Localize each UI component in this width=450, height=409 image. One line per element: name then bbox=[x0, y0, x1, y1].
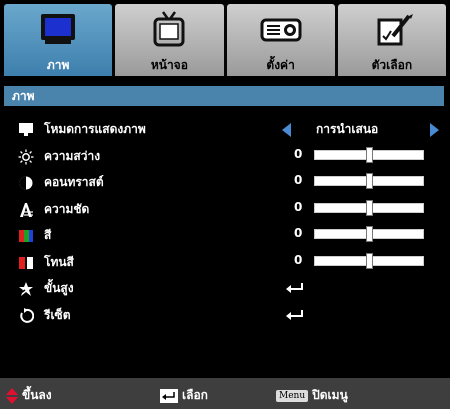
slider-knob[interactable] bbox=[366, 226, 373, 242]
brightness-value: 0 bbox=[294, 146, 303, 161]
tab-label: หน้าจอ bbox=[150, 58, 188, 72]
footer-navigate-label: ขึ้นลง bbox=[22, 388, 52, 402]
tab-options[interactable]: ตัวเลือก bbox=[337, 4, 446, 76]
settings-list: โหมดการแสดงภาพ การนำเสนอ ความสว่าง 0 คอน… bbox=[4, 116, 444, 328]
slider-knob[interactable] bbox=[366, 146, 373, 163]
footer-bar: ขึ้นลง เลือก Menu ปิดเมนู bbox=[0, 378, 450, 409]
options-icon bbox=[377, 14, 413, 46]
tab-bar: ภาพ หน้าจอ ตั้งค่า ตัวเลือก bbox=[4, 4, 446, 76]
contrast-slider[interactable] bbox=[314, 173, 424, 189]
display-mode-row[interactable]: โหมดการแสดงภาพ การนำเสนอ bbox=[4, 116, 444, 143]
tint-value: 0 bbox=[294, 252, 303, 267]
footer-close-label: ปิดเมนู bbox=[312, 388, 348, 402]
reset-row[interactable]: รีเซ็ต bbox=[4, 302, 444, 329]
monitor-icon bbox=[41, 14, 76, 44]
enter-icon bbox=[286, 283, 303, 293]
projector-icon bbox=[260, 18, 302, 42]
reset-label: รีเซ็ต bbox=[44, 307, 71, 322]
footer-close: Menu ปิดเมนู bbox=[276, 386, 348, 405]
contrast-value: 0 bbox=[294, 173, 303, 187]
sharpness-value: 0 bbox=[294, 199, 303, 214]
tint-slider[interactable] bbox=[314, 252, 424, 269]
advanced-row[interactable]: ขั้นสูง bbox=[4, 275, 444, 302]
brightness-label: ความสว่าง bbox=[44, 148, 101, 163]
tab-image[interactable]: ภาพ bbox=[4, 4, 113, 76]
display-mode-value: การนำเสนอ bbox=[316, 122, 379, 136]
sharpness-row[interactable]: ความชัด 0 bbox=[4, 196, 444, 223]
advanced-label: ขั้นสูง bbox=[44, 281, 74, 295]
footer-navigate: ขึ้นลง bbox=[6, 386, 52, 405]
tab-label: ตัวเลือก bbox=[371, 58, 413, 72]
tint-label: โทนสี bbox=[44, 254, 74, 269]
slider-knob[interactable] bbox=[366, 173, 373, 189]
slider-knob[interactable] bbox=[366, 199, 373, 216]
color-row[interactable]: สี 0 bbox=[4, 222, 444, 249]
brightness-slider[interactable] bbox=[314, 146, 424, 163]
contrast-label: คอนทราสต์ bbox=[44, 175, 104, 189]
display-mode-label: โหมดการแสดงภาพ bbox=[44, 122, 146, 136]
tab-label: ตั้งค่า bbox=[266, 58, 295, 72]
osd-menu: ภาพ หน้าจอ ตั้งค่า ตัวเลือก ภาพ โหมดการแ… bbox=[0, 0, 450, 409]
advanced-icon bbox=[18, 282, 33, 296]
color-slider[interactable] bbox=[314, 226, 424, 242]
contrast-icon bbox=[19, 176, 33, 190]
tv-icon bbox=[153, 11, 185, 47]
sharpness-label: ความชัด bbox=[44, 201, 90, 216]
section-title: ภาพ bbox=[4, 86, 444, 106]
sharpness-slider[interactable] bbox=[314, 199, 424, 216]
up-down-arrow-icon bbox=[6, 387, 18, 404]
tab-screen[interactable]: หน้าจอ bbox=[115, 4, 224, 76]
contrast-row[interactable]: คอนทราสต์ 0 bbox=[4, 169, 444, 196]
enter-icon bbox=[286, 309, 303, 320]
tab-label: ภาพ bbox=[46, 58, 70, 72]
footer-select-label: เลือก bbox=[182, 388, 208, 402]
arrow-right-icon[interactable] bbox=[430, 123, 439, 137]
enter-key-icon bbox=[160, 388, 178, 403]
color-icon bbox=[19, 230, 33, 242]
footer-select: เลือก bbox=[160, 386, 208, 405]
menu-key-icon: Menu bbox=[276, 389, 309, 402]
tint-icon bbox=[19, 256, 33, 269]
arrow-left-icon[interactable] bbox=[282, 123, 291, 137]
reset-icon bbox=[20, 307, 34, 323]
brightness-icon bbox=[18, 149, 34, 164]
tab-setup[interactable]: ตั้งค่า bbox=[226, 4, 335, 76]
sharpness-icon bbox=[20, 202, 33, 217]
display-mode-icon bbox=[19, 123, 33, 136]
color-value: 0 bbox=[294, 226, 303, 240]
brightness-row[interactable]: ความสว่าง 0 bbox=[4, 143, 444, 170]
color-label: สี bbox=[44, 228, 52, 242]
slider-knob[interactable] bbox=[366, 252, 373, 269]
tint-row[interactable]: โทนสี 0 bbox=[4, 249, 444, 276]
